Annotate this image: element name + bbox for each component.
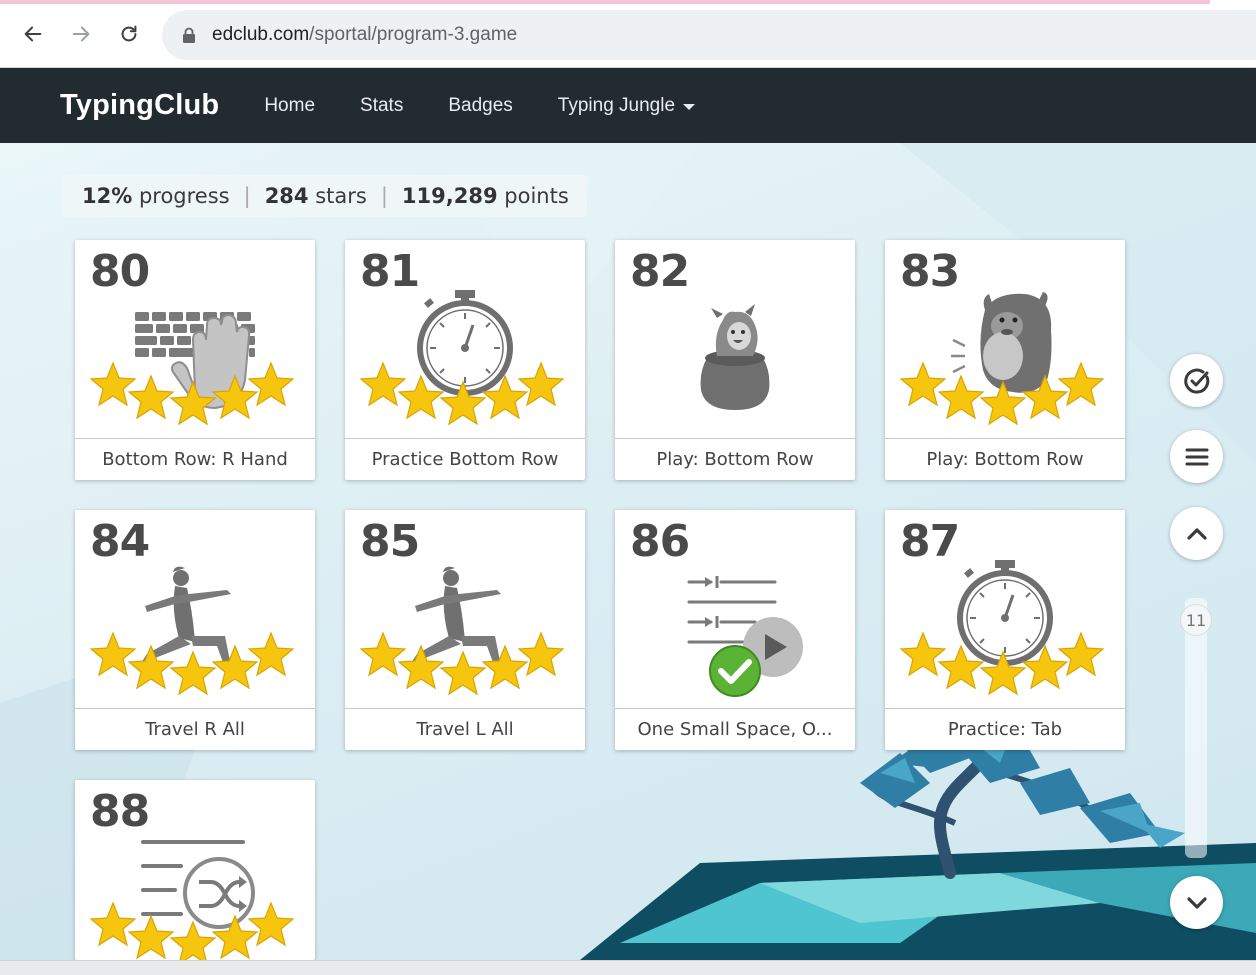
lesson-card-80[interactable]: 80 Bottom Row: R Hand [75,240,315,480]
points-value: 119,289 [401,184,498,208]
star-rating [359,361,565,426]
reload-icon[interactable] [113,18,145,50]
lesson-title: Bottom Row: R Hand [75,438,315,480]
menu-icon [1185,448,1208,465]
star-icon [169,380,217,426]
star-rating [899,361,1105,426]
star-icon [247,361,295,407]
star-icon [979,380,1027,426]
star-icon [439,380,487,426]
lesson-title: One Small Space, O... [615,708,855,750]
browser-toolbar: edclub.com/sportal/program-3.game [0,0,1256,68]
star-rating [89,361,295,426]
scroll-up-button[interactable] [1170,507,1223,560]
star-icon [211,914,259,960]
star-icon [89,361,137,407]
lesson-card-84[interactable]: 84 Travel R All [75,510,315,750]
star-icon [359,361,407,407]
check-circle-button[interactable] [1170,354,1223,407]
lesson-card-81[interactable]: 81 Practice Bottom Row [345,240,585,480]
lesson-title: Practice Bottom Row [345,438,585,480]
page-indicator: 11 [1180,604,1212,636]
scroll-track[interactable] [1185,598,1207,858]
address-bar[interactable]: edclub.com/sportal/program-3.game [162,10,1256,60]
nav-badges[interactable]: Badges [448,95,512,117]
star-icon [127,914,175,960]
nav-typing-jungle-dropdown[interactable]: Typing Jungle [558,95,696,117]
lesson-card-83[interactable]: 83 Play: Bottom Row [885,240,1125,480]
caret-down-icon [683,103,696,110]
lesson-card-87[interactable]: 87 Practice: Tab [885,510,1125,750]
star-icon [169,920,217,960]
star-icon [247,901,295,947]
lesson-title: Travel R All [75,708,315,750]
star-icon [1021,374,1069,420]
star-icon [1021,644,1069,690]
back-icon[interactable] [17,18,49,50]
star-icon [89,631,137,677]
star-icon [481,374,529,420]
star-icon [211,644,259,690]
star-icon [439,650,487,696]
star-icon [1057,361,1105,407]
lock-icon [182,27,196,43]
separator: | [380,184,388,208]
star-icon [211,374,259,420]
brand-logo[interactable]: TypingClub [60,89,219,122]
star-icon [517,631,565,677]
progress-label: progress [138,184,230,208]
stars-value: 284 [264,184,309,208]
star-icon [899,361,947,407]
lesson-title: Travel L All [345,708,585,750]
chevron-up-icon [1186,527,1207,540]
game-character-icon [700,304,770,410]
site-header: TypingClub Home Stats Badges Typing Jung… [0,68,1256,143]
star-rating [359,631,565,696]
star-icon [359,631,407,677]
forward-icon[interactable] [65,18,97,50]
star-icon [89,901,137,947]
lesson-title: Play: Bottom Row [885,438,1125,480]
browser-bottom-bar [0,960,1256,975]
tab-video-icon [687,576,803,697]
menu-button[interactable] [1170,430,1223,483]
check-badge-icon [709,645,761,697]
tab-strip-accent [0,0,1210,4]
check-circle-icon [1183,368,1209,394]
chevron-down-icon [1186,896,1207,909]
star-rating [89,901,295,960]
star-icon [127,644,175,690]
lesson-card-86[interactable]: 86 One Small Space, O... [615,510,855,750]
nav-stats[interactable]: Stats [360,95,403,117]
star-rating [899,631,1105,696]
star-icon [397,374,445,420]
star-icon [517,361,565,407]
lesson-title: Practice: Tab [885,708,1125,750]
star-icon [169,650,217,696]
url-text: edclub.com/sportal/program-3.game [212,24,518,45]
lesson-title: Play: Bottom Row [615,438,855,480]
star-icon [937,644,985,690]
star-icon [1057,631,1105,677]
scroll-down-button[interactable] [1170,876,1223,929]
star-icon [937,374,985,420]
lesson-card-85[interactable]: 85 Travel L All [345,510,585,750]
stars-label: stars [315,184,367,208]
star-icon [481,644,529,690]
star-rating [89,631,295,696]
star-icon [127,374,175,420]
star-icon [247,631,295,677]
nav-home[interactable]: Home [264,95,315,117]
progress-value: 12% [82,184,133,208]
star-icon [899,631,947,677]
star-icon [979,650,1027,696]
points-label: points [504,184,569,208]
lesson-card-82[interactable]: 82 Play: Bottom Row [615,240,855,480]
star-icon [397,644,445,690]
lesson-card-88[interactable]: 88 [75,780,315,960]
separator: | [243,184,251,208]
progress-summary: 12% progress | 284 stars | 119,289 point… [62,175,587,217]
